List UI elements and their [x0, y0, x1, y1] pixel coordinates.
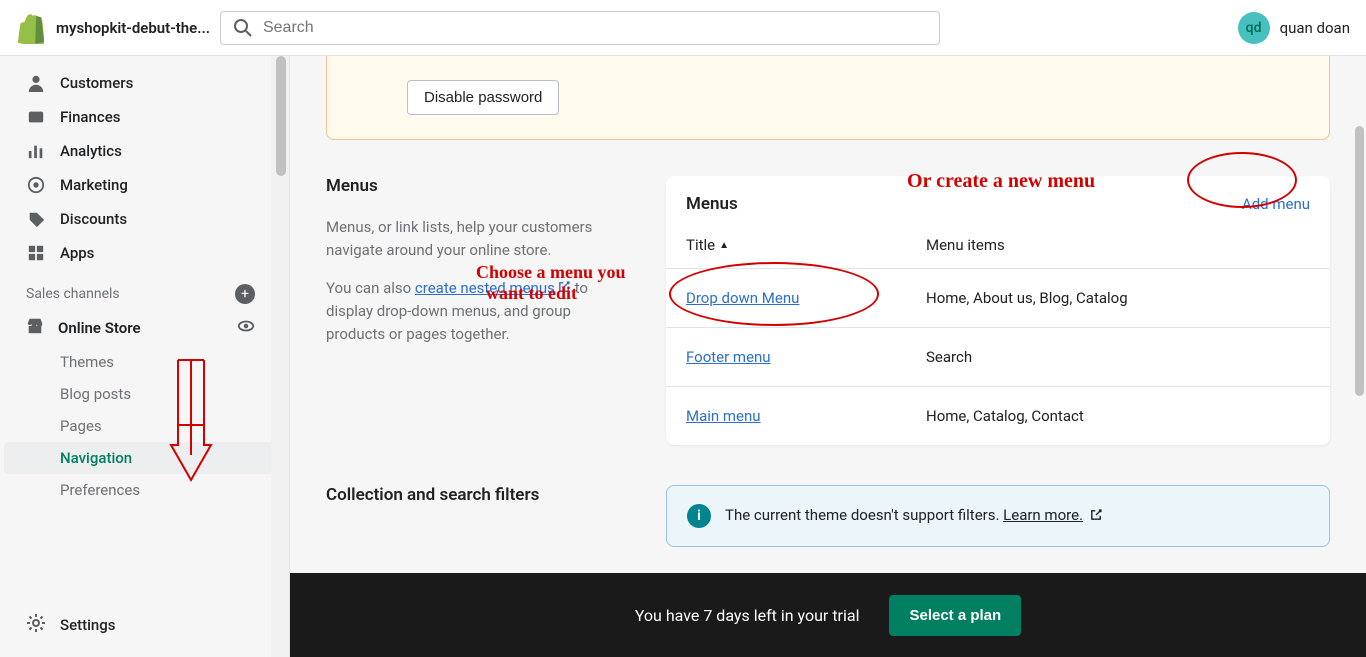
- add-channel-icon[interactable]: +: [235, 284, 255, 304]
- sub-blog-posts[interactable]: Blog posts: [0, 378, 281, 410]
- filters-description: Collection and search filters: [326, 485, 626, 547]
- apps-icon: [26, 243, 46, 263]
- shopify-logo: [16, 12, 44, 44]
- nav-settings[interactable]: Settings: [0, 605, 271, 645]
- username: quan doan: [1280, 19, 1350, 37]
- nav-apps[interactable]: Apps: [0, 236, 289, 270]
- search-icon: [233, 18, 253, 38]
- external-icon: [1089, 508, 1103, 526]
- user-block[interactable]: qd quan doan: [1238, 12, 1350, 44]
- external-icon: [557, 278, 571, 301]
- person-icon: [26, 73, 46, 93]
- menu-link[interactable]: Footer menu: [686, 348, 771, 366]
- nav-marketing[interactable]: Marketing: [0, 168, 289, 202]
- nav-online-store[interactable]: Online Store: [0, 310, 289, 346]
- nav-analytics[interactable]: Analytics: [0, 134, 289, 168]
- gear-icon: [26, 613, 46, 637]
- table-row[interactable]: Main menu Home, Catalog, Contact: [666, 386, 1330, 445]
- menus-card-title: Menus: [686, 194, 738, 214]
- store-name: myshopkit-debut-the...: [56, 19, 210, 37]
- sub-navigation[interactable]: Navigation: [4, 442, 281, 474]
- menu-link[interactable]: Main menu: [686, 407, 761, 425]
- sub-themes[interactable]: Themes: [0, 346, 281, 378]
- main-scrollbar-thumb[interactable]: [1355, 126, 1364, 396]
- info-icon: i: [687, 504, 711, 528]
- filters-info-banner: i The current theme doesn't support filt…: [666, 485, 1330, 547]
- sub-pages[interactable]: Pages: [0, 410, 281, 442]
- menus-desc: Menus, or link lists, help your customer…: [326, 216, 626, 261]
- table-row[interactable]: Drop down Menu Home, About us, Blog, Cat…: [666, 268, 1330, 327]
- analytics-icon: [26, 141, 46, 161]
- sidebar: Customers Finances Analytics Marketing D…: [0, 56, 290, 657]
- nav-customers[interactable]: Customers: [0, 66, 289, 100]
- nav-section-sales: Sales channels +: [0, 270, 289, 310]
- disable-password-button[interactable]: Disable password: [407, 80, 559, 115]
- menu-link[interactable]: Drop down Menu: [686, 289, 799, 307]
- menu-items-text: Home, Catalog, Contact: [926, 407, 1084, 425]
- topbar: myshopkit-debut-the... qd quan doan: [0, 0, 1366, 56]
- menu-items-text: Search: [926, 348, 972, 366]
- filters-heading: Collection and search filters: [326, 485, 626, 505]
- nav-discounts[interactable]: Discounts: [0, 202, 289, 236]
- learn-more-link[interactable]: Learn more.: [1003, 506, 1083, 524]
- nested-menus-link[interactable]: create nested menus: [415, 279, 555, 297]
- main-scrollbar[interactable]: [1352, 56, 1366, 573]
- nav-finances[interactable]: Finances: [0, 100, 289, 134]
- marketing-icon: [26, 175, 46, 195]
- select-plan-button[interactable]: Select a plan: [889, 595, 1021, 636]
- menus-heading: Menus: [326, 176, 626, 196]
- main-content: Disable password Menus Menus, or link li…: [290, 56, 1366, 657]
- avatar: qd: [1238, 12, 1270, 44]
- menu-items-text: Home, About us, Blog, Catalog: [926, 289, 1128, 307]
- add-menu-link[interactable]: Add menu: [1242, 195, 1310, 213]
- col-title[interactable]: Title ▲: [686, 236, 926, 254]
- sort-caret-icon: ▲: [719, 240, 729, 251]
- password-banner: Disable password: [326, 56, 1330, 140]
- menus-card: Menus Add menu Title ▲ Menu items Drop d…: [666, 176, 1330, 445]
- sidebar-scrollbar[interactable]: [271, 56, 289, 657]
- finances-icon: [26, 107, 46, 127]
- menus-description: Menus Menus, or link lists, help your cu…: [326, 176, 626, 445]
- sub-preferences[interactable]: Preferences: [0, 474, 281, 506]
- eye-icon[interactable]: [237, 317, 255, 339]
- discounts-icon: [26, 209, 46, 229]
- table-header: Title ▲ Menu items: [666, 222, 1330, 268]
- search-box[interactable]: [220, 11, 940, 45]
- table-row[interactable]: Footer menu Search: [666, 327, 1330, 386]
- sidebar-scrollbar-thumb[interactable]: [276, 56, 286, 176]
- trial-bar: You have 7 days left in your trial Selec…: [290, 573, 1366, 657]
- search-wrap: [220, 11, 940, 45]
- search-input[interactable]: [263, 19, 927, 37]
- col-items: Menu items: [926, 236, 1005, 254]
- trial-text: You have 7 days left in your trial: [635, 606, 860, 625]
- menus-desc2: You can also create nested menus to disp…: [326, 277, 626, 345]
- store-icon: [26, 317, 44, 339]
